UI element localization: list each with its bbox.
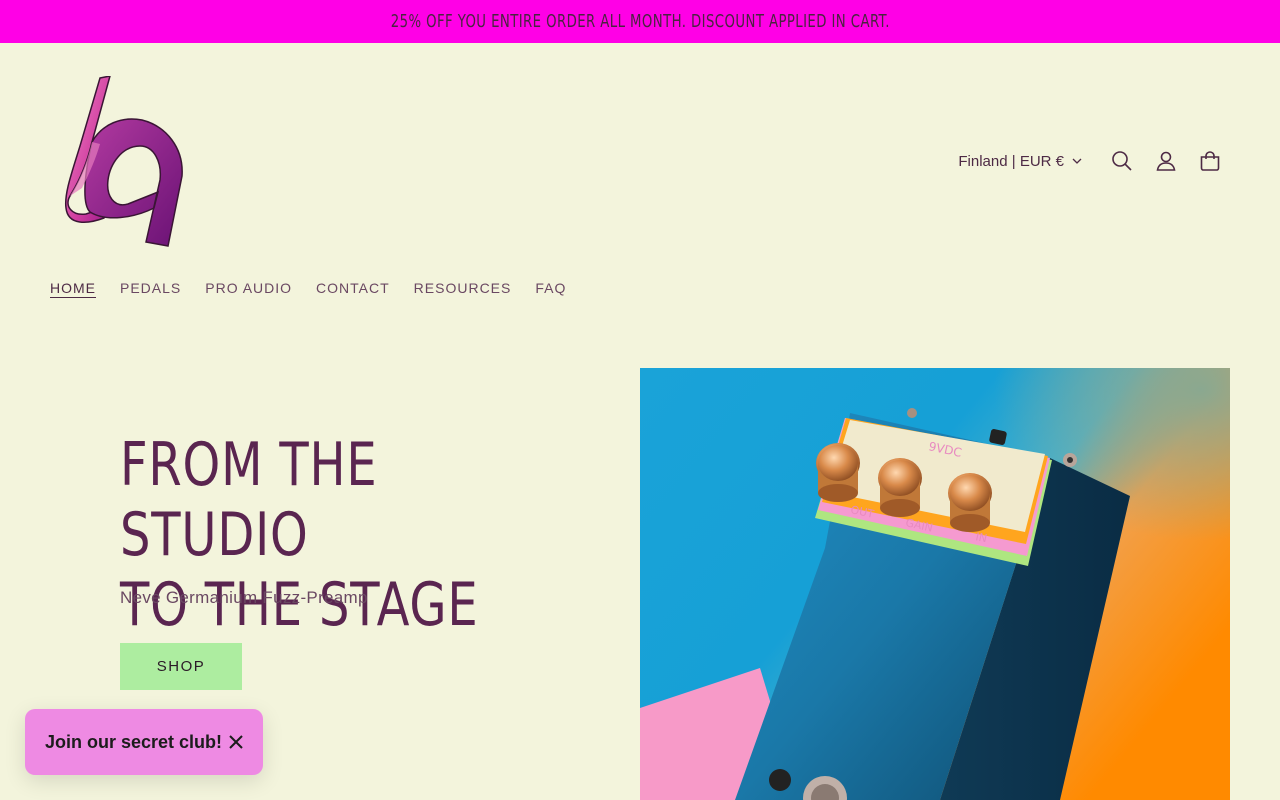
country-selector[interactable]: Finland | EUR € [958,153,1082,170]
hero-title: FROM THE STUDIO TO THE STAGE [120,430,479,640]
store-logo[interactable] [62,75,188,252]
nav-item-pro-audio[interactable]: PRO AUDIO [205,280,292,298]
main-navigation: HOME PEDALS PRO AUDIO CONTACT RESOURCES … [50,280,566,298]
close-icon[interactable] [227,733,245,751]
nav-item-contact[interactable]: CONTACT [316,280,390,298]
nav-item-resources[interactable]: RESOURCES [414,280,512,298]
account-button[interactable] [1144,139,1188,183]
announcement-bar: 25% OFF YOU ENTIRE ORDER ALL MONTH. DISC… [0,0,1280,43]
shop-button[interactable]: SHOP [120,643,242,690]
announcement-text: 25% OFF YOU ENTIRE ORDER ALL MONTH. DISC… [390,11,890,32]
ribbon-logo-icon [64,75,183,247]
search-button[interactable] [1100,139,1144,183]
nav-item-pedals[interactable]: PEDALS [120,280,181,298]
hero-product-image: 9VDC OUT GAIN IN [640,368,1230,800]
country-selector-label: Finland | EUR € [958,152,1064,170]
hero-subtitle: Neve Germanium Fuzz-Preamp [120,588,368,607]
pedal-product-image: 9VDC OUT GAIN IN [640,368,1230,800]
chevron-down-icon [1072,158,1082,164]
cart-button[interactable] [1188,139,1232,183]
popup-text: Join our secret club! [45,731,223,752]
newsletter-popup[interactable]: Join our secret club! [25,709,263,775]
nav-item-faq[interactable]: FAQ [535,280,566,298]
account-icon [1156,151,1176,171]
nav-item-home[interactable]: HOME [50,280,96,298]
search-icon [1112,151,1132,171]
header-utilities: Finland | EUR € [958,140,1232,182]
cart-icon [1200,151,1220,171]
